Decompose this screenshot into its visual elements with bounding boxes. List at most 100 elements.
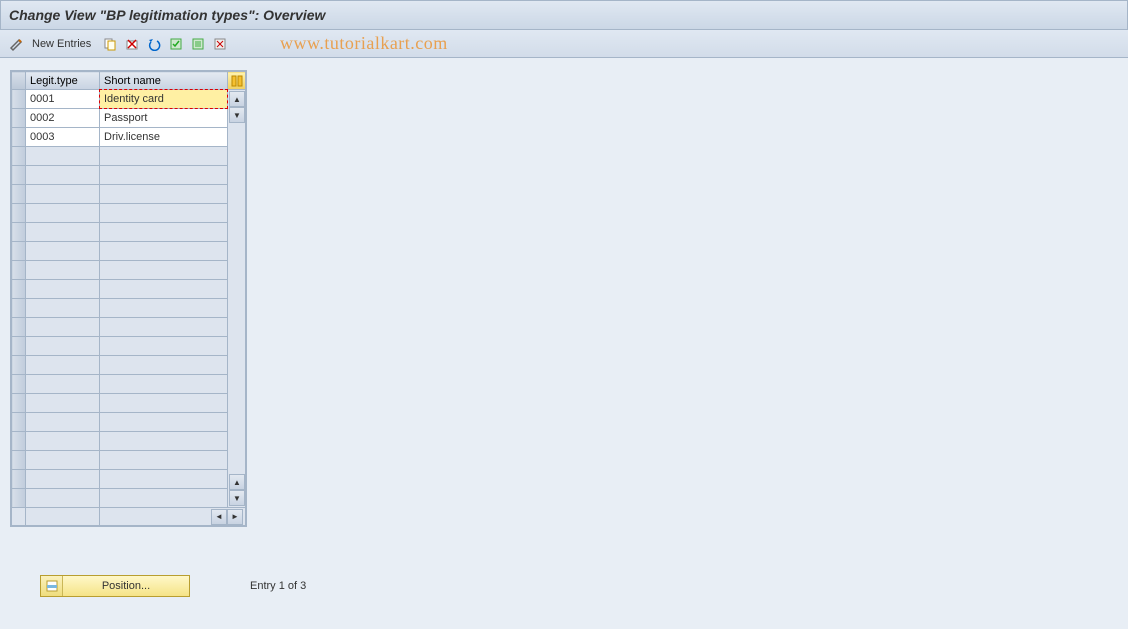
legit-type-cell[interactable]	[26, 394, 100, 413]
select-block-icon[interactable]	[189, 35, 207, 53]
legit-type-cell[interactable]	[26, 299, 100, 318]
legit-type-cell[interactable]	[26, 432, 100, 451]
short-name-cell[interactable]	[100, 489, 228, 508]
table-row	[12, 280, 246, 299]
table-row	[12, 185, 246, 204]
legit-type-cell[interactable]	[26, 261, 100, 280]
short-name-cell[interactable]	[100, 166, 228, 185]
row-selector[interactable]	[12, 318, 26, 337]
legit-type-cell[interactable]	[26, 356, 100, 375]
position-button[interactable]: Position...	[40, 575, 190, 597]
row-selector[interactable]	[12, 147, 26, 166]
short-name-cell[interactable]	[100, 299, 228, 318]
row-selector[interactable]	[12, 489, 26, 508]
select-all-icon[interactable]	[167, 35, 185, 53]
row-selector[interactable]	[12, 375, 26, 394]
table-row	[12, 375, 246, 394]
short-name-cell[interactable]	[100, 451, 228, 470]
legit-type-cell[interactable]	[26, 375, 100, 394]
hscroll-right-icon[interactable]: ►	[227, 509, 243, 525]
short-name-cell[interactable]	[100, 280, 228, 299]
row-selector[interactable]	[12, 337, 26, 356]
row-selector[interactable]	[12, 432, 26, 451]
short-name-cell[interactable]: Passport	[100, 109, 228, 128]
row-selector[interactable]	[12, 185, 26, 204]
vscroll-down-icon[interactable]: ▼	[229, 490, 245, 506]
legit-type-cell[interactable]	[26, 489, 100, 508]
table-row	[12, 299, 246, 318]
position-button-label: Position...	[63, 580, 189, 592]
legit-type-cell[interactable]: 0002	[26, 109, 100, 128]
legit-type-cell[interactable]: 0001	[26, 90, 100, 109]
row-selector[interactable]	[12, 451, 26, 470]
row-selector[interactable]	[12, 299, 26, 318]
row-selector[interactable]	[12, 128, 26, 147]
short-name-cell[interactable]	[100, 185, 228, 204]
vscroll-track[interactable]	[229, 123, 245, 474]
legit-type-cell[interactable]	[26, 147, 100, 166]
row-selector[interactable]	[12, 261, 26, 280]
short-name-cell[interactable]	[100, 261, 228, 280]
short-name-cell[interactable]: Driv.license	[100, 128, 228, 147]
table-row: 0001Identity card	[12, 90, 246, 109]
short-name-cell[interactable]	[100, 223, 228, 242]
legit-type-cell[interactable]	[26, 318, 100, 337]
vscroll-down-step-icon[interactable]: ▼	[229, 107, 245, 123]
short-name-cell[interactable]	[100, 337, 228, 356]
row-selector[interactable]	[12, 242, 26, 261]
row-selector[interactable]	[12, 90, 26, 109]
deselect-all-icon[interactable]	[211, 35, 229, 53]
legit-type-cell[interactable]	[26, 280, 100, 299]
row-selector[interactable]	[12, 470, 26, 489]
legit-type-cell[interactable]	[26, 185, 100, 204]
row-selector[interactable]	[12, 223, 26, 242]
copy-icon[interactable]	[101, 35, 119, 53]
vscroll-up-step-icon[interactable]: ▲	[229, 474, 245, 490]
table-row	[12, 489, 246, 508]
legit-type-cell[interactable]	[26, 166, 100, 185]
new-entries-button[interactable]: New Entries	[30, 38, 97, 50]
short-name-cell[interactable]	[100, 470, 228, 489]
short-name-cell[interactable]	[100, 242, 228, 261]
toggle-edit-icon[interactable]	[8, 35, 26, 53]
short-name-cell[interactable]: Identity card	[100, 90, 228, 109]
legit-type-cell[interactable]	[26, 470, 100, 489]
short-name-cell[interactable]	[100, 375, 228, 394]
short-name-cell[interactable]	[100, 147, 228, 166]
entry-status-text: Entry 1 of 3	[250, 580, 306, 592]
table-row	[12, 166, 246, 185]
short-name-cell[interactable]	[100, 356, 228, 375]
short-name-cell[interactable]	[100, 432, 228, 451]
table-row	[12, 204, 246, 223]
vertical-scrollbar: ▲ ▼ ▲ ▼	[229, 91, 245, 506]
table-config-icon[interactable]	[228, 72, 246, 90]
short-name-cell[interactable]	[100, 318, 228, 337]
short-name-cell[interactable]	[100, 204, 228, 223]
row-selector[interactable]	[12, 394, 26, 413]
legit-type-cell[interactable]	[26, 337, 100, 356]
vscroll-up-icon[interactable]: ▲	[229, 91, 245, 107]
legit-type-cell[interactable]	[26, 242, 100, 261]
selector-column-head[interactable]	[12, 72, 26, 90]
hscroll-left-icon[interactable]: ◄	[211, 509, 227, 525]
legit-type-cell[interactable]	[26, 413, 100, 432]
row-selector[interactable]	[12, 413, 26, 432]
row-selector[interactable]	[12, 356, 26, 375]
legit-type-cell[interactable]	[26, 451, 100, 470]
column-header-legittype[interactable]: Legit.type	[26, 72, 100, 90]
watermark-text: www.tutorialkart.com	[280, 33, 448, 54]
row-selector[interactable]	[12, 280, 26, 299]
table-row	[12, 147, 246, 166]
column-header-shortname[interactable]: Short name	[100, 72, 228, 90]
short-name-cell[interactable]	[100, 394, 228, 413]
delete-icon[interactable]	[123, 35, 141, 53]
short-name-cell[interactable]	[100, 413, 228, 432]
row-selector[interactable]	[12, 204, 26, 223]
legit-type-cell[interactable]	[26, 223, 100, 242]
row-selector[interactable]	[12, 166, 26, 185]
row-selector[interactable]	[12, 109, 26, 128]
legit-type-cell[interactable]	[26, 204, 100, 223]
legit-type-cell[interactable]: 0003	[26, 128, 100, 147]
table-row	[12, 318, 246, 337]
undo-icon[interactable]	[145, 35, 163, 53]
